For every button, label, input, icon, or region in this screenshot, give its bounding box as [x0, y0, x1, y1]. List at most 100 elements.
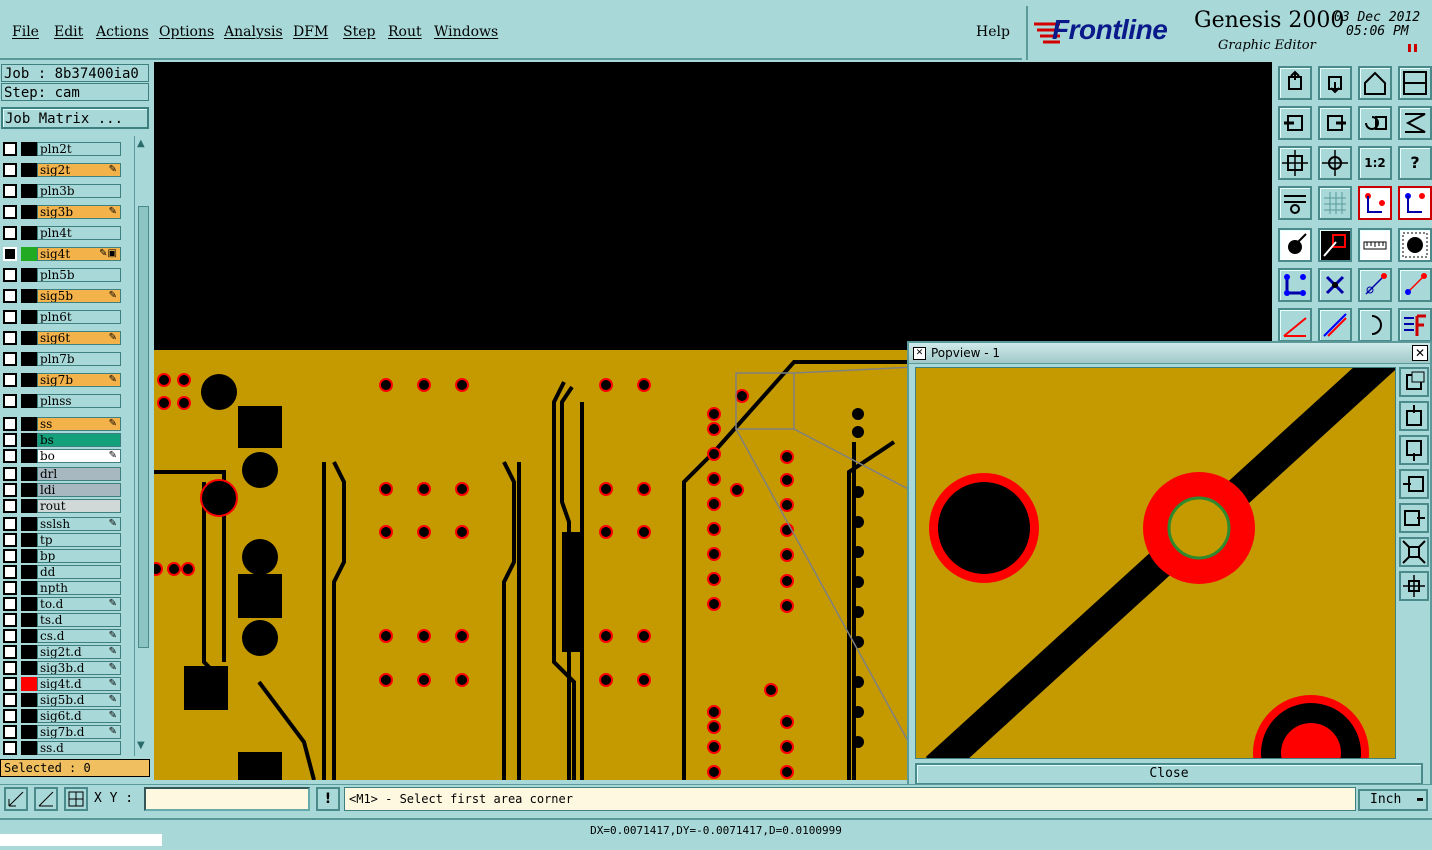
layer-checkbox[interactable] — [3, 310, 17, 324]
pan-left-icon[interactable] — [1278, 106, 1312, 140]
layer-name[interactable]: rout — [37, 499, 121, 513]
layer-checkbox[interactable] — [3, 725, 17, 739]
layer-name[interactable]: cs.d ✎ — [37, 629, 121, 643]
layer-color-swatch[interactable] — [21, 205, 37, 219]
layer-color-swatch[interactable] — [21, 741, 37, 755]
layer-row[interactable]: pln5b — [0, 268, 136, 284]
connect-blue-icon[interactable] — [1398, 268, 1432, 302]
arc-icon[interactable] — [1358, 308, 1392, 342]
layer-name[interactable]: sig6t.d ✎ — [37, 709, 121, 723]
layer-color-swatch[interactable] — [21, 142, 37, 156]
layer-name[interactable]: sig7b ✎ — [37, 373, 121, 387]
layer-row[interactable]: plnss — [0, 394, 136, 410]
layer-name[interactable]: pln5b — [37, 268, 121, 282]
scale-button[interactable]: 1:2 — [1358, 146, 1392, 180]
layer-name[interactable]: ss ✎ — [37, 417, 121, 431]
layer-name[interactable]: sig4t.d ✎ — [37, 677, 121, 691]
layer-row[interactable]: cs.d ✎ — [0, 629, 136, 645]
layer-checkbox[interactable] — [3, 449, 17, 463]
layer-checkbox[interactable] — [3, 741, 17, 755]
layer-row[interactable]: npth — [0, 581, 136, 597]
layer-color-swatch[interactable] — [21, 499, 37, 513]
menu-actions[interactable]: Actions — [96, 24, 149, 40]
popview-tool-5-icon[interactable] — [1399, 503, 1429, 533]
pan-right-icon[interactable] — [1318, 106, 1352, 140]
layer-name[interactable]: sig5b.d ✎ — [37, 693, 121, 707]
layer-row[interactable]: sig4t ✎▣ — [0, 247, 136, 263]
layer-name[interactable]: pln3b — [37, 184, 121, 198]
measure-icon[interactable] — [34, 787, 58, 811]
layer-checkbox[interactable] — [3, 549, 17, 563]
layer-row[interactable]: tp — [0, 533, 136, 549]
house-icon[interactable] — [1358, 66, 1392, 100]
layer-row[interactable]: sig6t.d ✎ — [0, 709, 136, 725]
layer-row[interactable]: sslsh ✎ — [0, 517, 136, 533]
layer-row[interactable]: sig5b.d ✎ — [0, 693, 136, 709]
layer-name[interactable]: sig7b.d ✎ — [37, 725, 121, 739]
connect-red-icon[interactable] — [1358, 268, 1392, 302]
popview-tool-3-icon[interactable] — [1399, 435, 1429, 465]
home-out-icon[interactable] — [1318, 66, 1352, 100]
layer-name[interactable]: pln4t — [37, 226, 121, 240]
layer-name[interactable]: ldi — [37, 483, 121, 497]
layer-row[interactable]: ts.d — [0, 613, 136, 629]
layer-row[interactable]: sig7b.d ✎ — [0, 725, 136, 741]
popview-tool-6-icon[interactable] — [1399, 537, 1429, 567]
settings-icon[interactable] — [1278, 186, 1312, 220]
popview-tool-1-icon[interactable] — [1399, 367, 1429, 397]
layer-color-swatch[interactable] — [21, 533, 37, 547]
layer-checkbox[interactable] — [3, 417, 17, 431]
layer-row[interactable]: sig3b ✎ — [0, 205, 136, 221]
layer-color-swatch[interactable] — [21, 709, 37, 723]
layer-color-swatch[interactable] — [21, 226, 37, 240]
menu-options[interactable]: Options — [159, 24, 214, 40]
layer-color-swatch[interactable] — [21, 645, 37, 659]
menu-analysis[interactable]: Analysis — [224, 24, 283, 40]
layer-row[interactable]: to.d ✎ — [0, 597, 136, 613]
menu-step[interactable]: Step — [343, 24, 375, 40]
layer-checkbox[interactable] — [3, 499, 17, 513]
layer-color-swatch[interactable] — [21, 352, 37, 366]
layer-name[interactable]: ss.d — [37, 741, 121, 755]
menu-rout[interactable]: Rout — [388, 24, 422, 40]
net-icon[interactable] — [1278, 268, 1312, 302]
layer-row[interactable]: pln4t — [0, 226, 136, 242]
layer-checkbox[interactable] — [3, 613, 17, 627]
layer-row[interactable]: drl — [0, 467, 136, 483]
layer-name[interactable]: npth — [37, 581, 121, 595]
close-icon[interactable]: ✕ — [1412, 345, 1428, 361]
layer-checkbox[interactable] — [3, 581, 17, 595]
layer-checkbox[interactable] — [3, 693, 17, 707]
layer-row[interactable]: sig5b ✎ — [0, 289, 136, 305]
layer-color-swatch[interactable] — [21, 549, 37, 563]
layer-checkbox[interactable] — [3, 433, 17, 447]
popview-tool-2-icon[interactable] — [1399, 401, 1429, 431]
snap-icon[interactable] — [4, 787, 28, 811]
layer-row[interactable]: bo ✎ — [0, 449, 136, 465]
popview-tool-7-icon[interactable] — [1399, 571, 1429, 601]
layer-row[interactable]: sig7b ✎ — [0, 373, 136, 389]
grid-snap-icon[interactable] — [64, 787, 88, 811]
layer-name[interactable]: sslsh ✎ — [37, 517, 121, 531]
layer-row[interactable]: sig2t.d ✎ — [0, 645, 136, 661]
job-matrix-button[interactable]: Job Matrix ... — [1, 107, 149, 129]
layer-checkbox[interactable] — [3, 565, 17, 579]
layer-checkbox[interactable] — [3, 163, 17, 177]
layer-name[interactable]: plnss — [37, 394, 121, 408]
layer-color-swatch[interactable] — [21, 247, 37, 261]
layer-checkbox[interactable] — [3, 226, 17, 240]
layer-checkbox[interactable] — [3, 709, 17, 723]
layer-checkbox[interactable] — [3, 352, 17, 366]
layer-checkbox[interactable] — [3, 661, 17, 675]
layer-color-swatch[interactable] — [21, 677, 37, 691]
menu-windows[interactable]: Windows — [434, 24, 498, 40]
layer-row[interactable]: sig2t ✎ — [0, 163, 136, 179]
menu-file[interactable]: File — [12, 24, 39, 40]
units-selector[interactable]: Inch ▬ — [1358, 789, 1428, 811]
layer-checkbox[interactable] — [3, 289, 17, 303]
layer-name[interactable]: sig3b.d ✎ — [37, 661, 121, 675]
layer-name[interactable]: sig2t ✎ — [37, 163, 121, 177]
layer-color-swatch[interactable] — [21, 433, 37, 447]
popview-titlebar[interactable]: ✕ Popview - 1 ✕ — [909, 343, 1430, 364]
dot-select-icon[interactable] — [1398, 228, 1432, 262]
